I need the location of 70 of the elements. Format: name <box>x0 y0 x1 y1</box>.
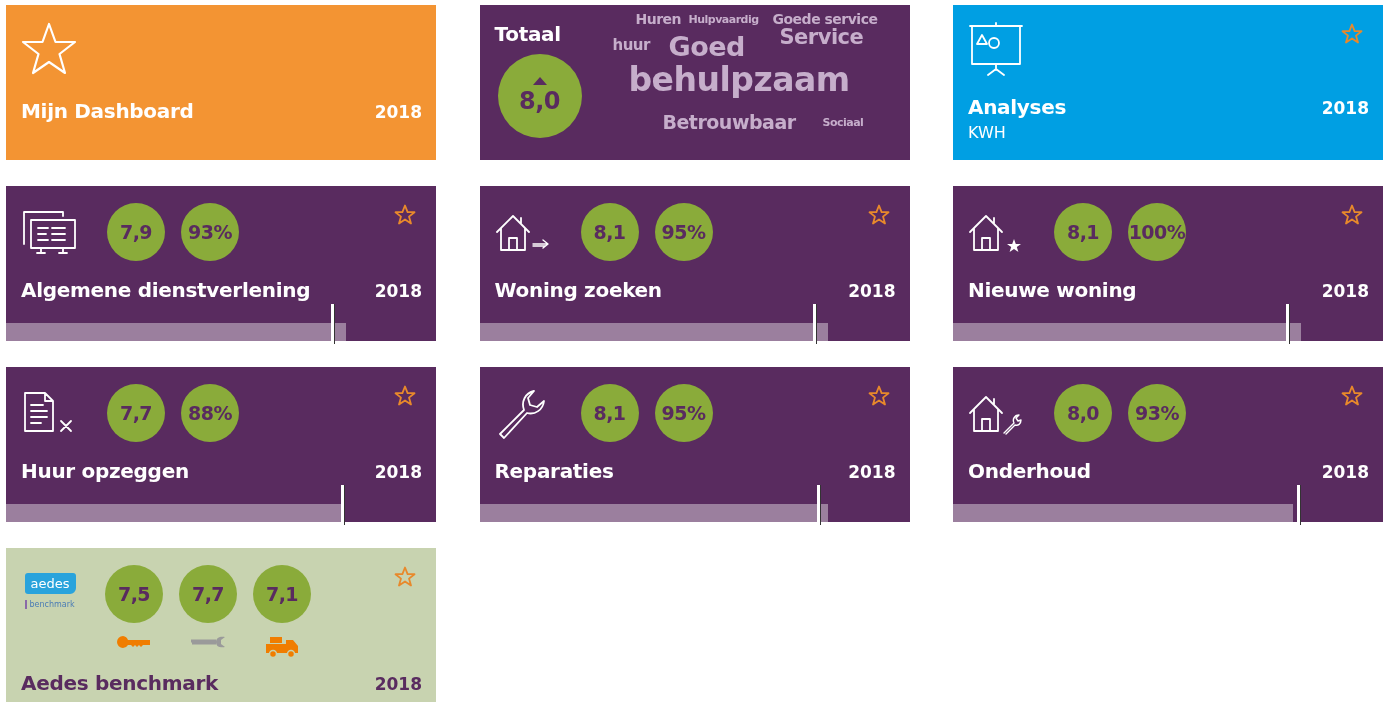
favorite-star-icon[interactable] <box>394 385 416 406</box>
cloud-word: Service <box>779 25 864 49</box>
score-circle: 95% <box>654 384 713 442</box>
tile-year: 2018 <box>848 462 896 482</box>
survey-tile[interactable]: 8,1 95% Woning zoeken 2018 <box>479 186 910 341</box>
score-circle: 8,1 <box>580 384 639 442</box>
tile-title: Onderhoud <box>968 459 1091 483</box>
cloud-word: Sociaal <box>822 116 864 129</box>
tile-title: Analyses <box>968 95 1067 119</box>
tile-title: Aedes benchmark <box>21 671 218 695</box>
total-tile[interactable]: Totaal 8,0 Huren Hulpvaardig Goede service huur Goed Service behulpzaam Betrouwbaar Sociaal <box>479 5 910 160</box>
cloud-word: Betrouwbaar <box>662 111 796 133</box>
score-circle: 7,7 <box>107 384 165 442</box>
score-circle: 93% <box>1128 384 1186 442</box>
score-circle: 8,1 <box>1054 203 1112 261</box>
tile-year: 2018 <box>1321 281 1369 301</box>
score-circle: 7,5 <box>105 565 163 623</box>
tile-title: Totaal <box>494 22 561 46</box>
favorite-star-icon[interactable] <box>1341 385 1363 406</box>
score-circle: 8,1 <box>580 203 639 261</box>
benchmark-tile[interactable]: aedes benchmark 7,5 7,7 7,1 Aedes benchmark 2018 <box>6 548 436 702</box>
cloud-word: huur <box>612 36 650 54</box>
truck-icon <box>264 635 300 659</box>
survey-tile[interactable]: 7,9 93% Algemene dienstverlening 2018 <box>6 186 436 341</box>
tile-title: Reparaties <box>494 459 614 483</box>
tile-year: 2018 <box>374 281 422 301</box>
cloud-word: Goed <box>668 31 745 62</box>
tile-title: Mijn Dashboard <box>21 99 194 123</box>
survey-tile[interactable]: 8,1 100% Nieuwe woning 2018 <box>953 186 1383 341</box>
tile-title: Huur opzeggen <box>21 459 189 483</box>
score-circle: 7,7 <box>179 565 237 623</box>
tile-title: Algemene dienstverlening <box>21 278 311 302</box>
tile-year: 2018 <box>1321 462 1369 482</box>
cloud-word: Goede service <box>772 11 878 27</box>
trend-up-icon <box>532 77 547 85</box>
star-icon <box>21 22 77 76</box>
tile-year: 2018 <box>374 674 422 694</box>
tile-year: 2018 <box>1321 98 1369 118</box>
survey-tile[interactable]: 8,0 93% Onderhoud 2018 <box>953 367 1383 522</box>
score-circle: 93% <box>181 203 239 261</box>
score-circle: 8,0 <box>1054 384 1112 442</box>
favorite-star-icon[interactable] <box>1341 23 1363 44</box>
logo-mark: aedes <box>24 573 76 594</box>
favorite-star-icon[interactable] <box>867 385 890 406</box>
wrench-icon <box>190 635 226 649</box>
favorite-star-icon[interactable] <box>1341 204 1363 225</box>
score-circle: 7,1 <box>253 565 311 623</box>
score-value: 8,0 <box>519 87 560 115</box>
tile-title: Woning zoeken <box>494 278 662 302</box>
forms-icon <box>21 208 79 256</box>
tile-title: Nieuwe woning <box>968 278 1137 302</box>
favorite-star-icon[interactable] <box>867 204 890 225</box>
score-circle: 88% <box>181 384 239 442</box>
tile-year: 2018 <box>848 281 896 301</box>
score-circle: 95% <box>654 203 713 261</box>
cloud-word: behulpzaam <box>628 60 850 99</box>
tile-year: 2018 <box>374 462 422 482</box>
favorite-star-icon[interactable] <box>394 566 416 587</box>
survey-tile[interactable]: 7,7 88% Huur opzeggen 2018 <box>6 367 436 522</box>
favorite-star-icon[interactable] <box>394 204 416 225</box>
tile-year: 2018 <box>374 102 422 122</box>
cloud-word: Huren <box>635 11 682 27</box>
score-circle: 7,9 <box>107 203 165 261</box>
tile-subtitle: KWH <box>967 122 1007 142</box>
score-circle: 100% <box>1128 203 1186 261</box>
key-icon <box>117 635 151 649</box>
presentation-icon <box>968 22 1024 76</box>
survey-tile[interactable]: 8,1 95% Reparaties 2018 <box>479 367 910 522</box>
cloud-word: Hulpvaardig <box>688 13 759 26</box>
logo-text: benchmark <box>25 600 75 609</box>
